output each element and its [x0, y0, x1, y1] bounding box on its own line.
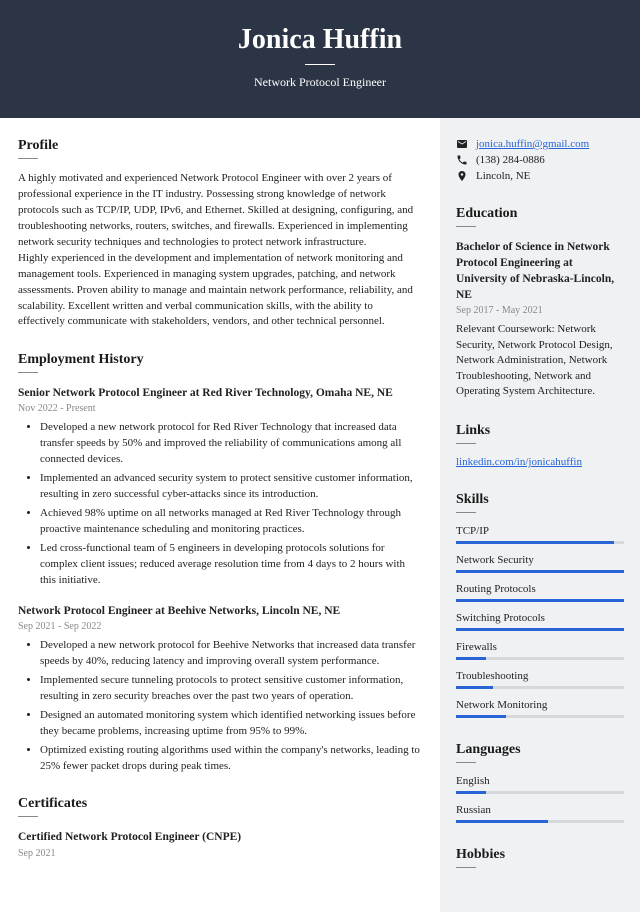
skill-name: Troubleshooting [456, 670, 624, 682]
skill-name: Firewalls [456, 641, 624, 653]
contact-phone: (138) 284-0886 [456, 154, 624, 166]
employment-section: Employment History Senior Network Protoc… [18, 352, 422, 774]
links-section: Links linkedin.com/in/jonicahuffin [456, 423, 624, 468]
skill-name: English [456, 775, 624, 787]
skill-fill [456, 657, 486, 660]
header: Jonica Huffin Network Protocol Engineer [0, 0, 640, 118]
job-bullet: Achieved 98% uptime on all networks mana… [40, 506, 422, 538]
skill-name: Russian [456, 804, 624, 816]
skill-item: Routing Protocols [456, 583, 624, 602]
skill-fill [456, 570, 624, 573]
job-bullets: Developed a new network protocol for Bee… [18, 638, 422, 775]
job-bullets: Developed a new network protocol for Red… [18, 420, 422, 588]
skill-name: Network Monitoring [456, 699, 624, 711]
skill-name: Switching Protocols [456, 612, 624, 624]
header-rule [305, 64, 335, 65]
edu-desc: Relevant Coursework: Network Security, N… [456, 322, 624, 399]
profile-heading: Profile [18, 138, 422, 154]
certificates-heading: Certificates [18, 796, 422, 812]
job-title: Network Protocol Engineer [0, 75, 640, 90]
job-date: Sep 2021 - Sep 2022 [18, 621, 422, 632]
cert-date: Sep 2021 [18, 848, 422, 859]
skill-item: English [456, 775, 624, 794]
job-bullet: Led cross-functional team of 5 engineers… [40, 541, 422, 589]
hobbies-heading: Hobbies [456, 847, 624, 863]
hobbies-section: Hobbies [456, 847, 624, 868]
edu-degree: Bachelor of Science in Network Protocol … [456, 239, 624, 303]
skill-item: TCP/IP [456, 525, 624, 544]
job-bullet: Designed an automated monitoring system … [40, 708, 422, 740]
job: Network Protocol Engineer at Beehive Net… [18, 603, 422, 775]
skill-bar [456, 791, 624, 794]
education-section: Education Bachelor of Science in Network… [456, 206, 624, 399]
education-heading: Education [456, 206, 624, 222]
skill-bar [456, 715, 624, 718]
skill-bar [456, 657, 624, 660]
skill-name: Network Security [456, 554, 624, 566]
contact-location: Lincoln, NE [456, 170, 624, 182]
phone-text: (138) 284-0886 [476, 154, 545, 166]
certificates-section: Certificates Certified Network Protocol … [18, 796, 422, 858]
skill-fill [456, 791, 486, 794]
skill-bar [456, 599, 624, 602]
skill-name: TCP/IP [456, 525, 624, 537]
skill-item: Network Security [456, 554, 624, 573]
skill-fill [456, 599, 624, 602]
skills-heading: Skills [456, 492, 624, 508]
main-column: Profile A highly motivated and experienc… [0, 118, 440, 912]
skill-item: Russian [456, 804, 624, 823]
contact-section: jonica.huffin@gmail.com (138) 284-0886 L… [456, 138, 624, 182]
location-text: Lincoln, NE [476, 170, 530, 182]
skill-bar [456, 686, 624, 689]
skill-fill [456, 686, 493, 689]
job-bullet: Implemented secure tunneling protocols t… [40, 673, 422, 705]
skill-name: Routing Protocols [456, 583, 624, 595]
skill-item: Troubleshooting [456, 670, 624, 689]
job-title: Senior Network Protocol Engineer at Red … [18, 385, 422, 401]
job-date: Nov 2022 - Present [18, 403, 422, 414]
skill-fill [456, 820, 548, 823]
skill-item: Firewalls [456, 641, 624, 660]
skill-bar [456, 820, 624, 823]
skill-fill [456, 715, 506, 718]
linkedin-link[interactable]: linkedin.com/in/jonicahuffin [456, 456, 582, 468]
edu-date: Sep 2017 - May 2021 [456, 305, 624, 316]
skill-fill [456, 628, 624, 631]
skill-bar [456, 541, 624, 544]
job-bullet: Optimized existing routing algorithms us… [40, 743, 422, 775]
job: Senior Network Protocol Engineer at Red … [18, 385, 422, 588]
skill-fill [456, 541, 614, 544]
phone-icon [456, 154, 468, 166]
cert-title: Certified Network Protocol Engineer (CNP… [18, 829, 422, 845]
profile-text: A highly motivated and experienced Netwo… [18, 171, 422, 330]
email-link[interactable]: jonica.huffin@gmail.com [476, 138, 589, 150]
job-title: Network Protocol Engineer at Beehive Net… [18, 603, 422, 619]
sidebar: jonica.huffin@gmail.com (138) 284-0886 L… [440, 118, 640, 912]
links-heading: Links [456, 423, 624, 439]
job-bullet: Developed a new network protocol for Red… [40, 420, 422, 468]
skill-item: Switching Protocols [456, 612, 624, 631]
profile-section: Profile A highly motivated and experienc… [18, 138, 422, 330]
name: Jonica Huffin [0, 24, 640, 56]
languages-section: Languages English Russian [456, 742, 624, 823]
contact-email: jonica.huffin@gmail.com [456, 138, 624, 150]
skill-item: Network Monitoring [456, 699, 624, 718]
skill-bar [456, 628, 624, 631]
email-icon [456, 138, 468, 150]
employment-heading: Employment History [18, 352, 422, 368]
languages-heading: Languages [456, 742, 624, 758]
skills-section: Skills TCP/IP Network Security Routing Pro… [456, 492, 624, 718]
job-bullet: Developed a new network protocol for Bee… [40, 638, 422, 670]
skill-bar [456, 570, 624, 573]
location-icon [456, 170, 468, 182]
job-bullet: Implemented an advanced security system … [40, 471, 422, 503]
